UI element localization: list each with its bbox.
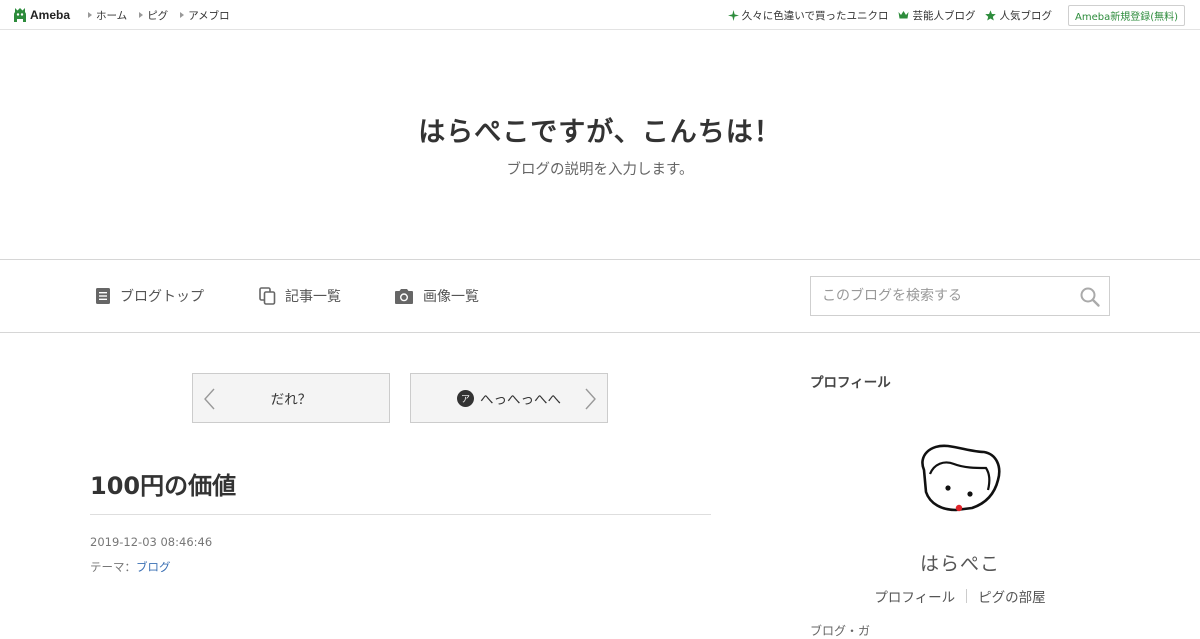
next-sidebar-heading: ブログ・ガ: [810, 624, 871, 638]
divider: [966, 589, 968, 603]
entry-theme: テーマ：ブログ: [90, 559, 171, 575]
chevron-right-icon: [585, 388, 596, 410]
ameba-logo[interactable]: Ameba: [13, 6, 70, 24]
chevron-left-icon: [204, 388, 215, 410]
document-icon: [96, 288, 110, 304]
search-input[interactable]: [811, 277, 1073, 315]
global-nav-label: ピグ: [147, 9, 169, 22]
global-nav-home[interactable]: ホーム: [88, 8, 127, 23]
celebrity-blog-label: 芸能人ブログ: [912, 9, 976, 22]
global-nav-label: ホーム: [96, 9, 128, 22]
global-nav-label: アメブロ: [188, 9, 230, 22]
blog-search: [810, 276, 1110, 316]
sparkle-icon: [727, 9, 739, 21]
trending-link[interactable]: 久々に色違いで買ったユニクロ: [727, 8, 889, 23]
nav-label: 画像一覧: [423, 289, 479, 305]
prev-entry-button[interactable]: だれ？: [192, 373, 390, 423]
profile-heading: プロフィール: [810, 375, 891, 391]
ameba-mascot-icon: [14, 7, 26, 22]
crown-icon: [898, 11, 909, 19]
nav-label: 記事一覧: [285, 289, 341, 305]
triangle-right-icon: [88, 12, 92, 18]
global-nav-ameblo[interactable]: アメブロ: [180, 8, 230, 23]
copy-icon: [259, 287, 276, 305]
nav-blog-top[interactable]: ブログトップ: [95, 260, 204, 332]
avatar[interactable]: [900, 408, 1020, 528]
prev-entry-label: だれ？: [270, 392, 312, 408]
register-button[interactable]: Ameba新規登録(無料): [1067, 4, 1185, 26]
avatar-drawing: [900, 408, 1020, 528]
entry-date: 2019-12-03 08:46:46: [90, 535, 213, 549]
global-header-right: 久々に色違いで買ったユニクロ 芸能人ブログ 人気ブログ Ameba新規登録(無料…: [727, 0, 1185, 30]
pigg-room-link[interactable]: ピグの部屋: [978, 586, 1046, 606]
nav-image-list[interactable]: 画像一覧: [394, 260, 479, 332]
profile-links: プロフィール ピグの部屋: [810, 586, 1110, 606]
blog-header: はらぺこですが、こんちは！ ブログの説明を入力します。: [0, 30, 1200, 260]
popular-blog-link[interactable]: 人気ブログ: [985, 8, 1052, 23]
profile-name[interactable]: はらぺこ: [810, 549, 1110, 576]
entry-title[interactable]: 100円の価値: [90, 466, 711, 501]
next-entry-label: へっへっへへ: [480, 392, 561, 408]
logo-text: Ameba: [30, 8, 71, 22]
triangle-right-icon: [180, 12, 185, 18]
blog-nav: ブログトップ 記事一覧 画像一覧: [0, 259, 1200, 333]
global-header: Ameba ホーム ピグ アメブロ 久々に色違いで買ったユニクロ 芸能人ブログ: [0, 0, 1200, 30]
nav-entry-list[interactable]: 記事一覧: [259, 260, 341, 332]
triangle-right-icon: [139, 12, 144, 18]
star-icon: [985, 9, 997, 21]
theme-link[interactable]: ブログ: [136, 560, 171, 574]
global-nav-pigg[interactable]: ピグ: [139, 8, 168, 23]
divider: [90, 514, 711, 515]
camera-icon: [395, 288, 413, 304]
ameba-badge-icon: ア: [457, 389, 474, 407]
blog-title[interactable]: はらぺこですが、こんちは！: [0, 110, 1200, 149]
blog-description: ブログの説明を入力します。: [506, 162, 694, 178]
nav-label: ブログトップ: [120, 289, 204, 305]
global-nav: ホーム ピグ アメブロ: [88, 0, 242, 30]
theme-label: テーマ：: [90, 560, 136, 574]
celebrity-blog-link[interactable]: 芸能人ブログ: [898, 8, 975, 23]
trending-link-label: 久々に色違いで買ったユニクロ: [741, 9, 889, 22]
popular-blog-label: 人気ブログ: [999, 9, 1052, 22]
next-entry-content: ア へっへっへへ: [457, 388, 561, 408]
search-icon[interactable]: [1079, 286, 1101, 308]
profile-link[interactable]: プロフィール: [874, 586, 955, 606]
next-entry-button[interactable]: ア へっへっへへ: [410, 373, 608, 423]
